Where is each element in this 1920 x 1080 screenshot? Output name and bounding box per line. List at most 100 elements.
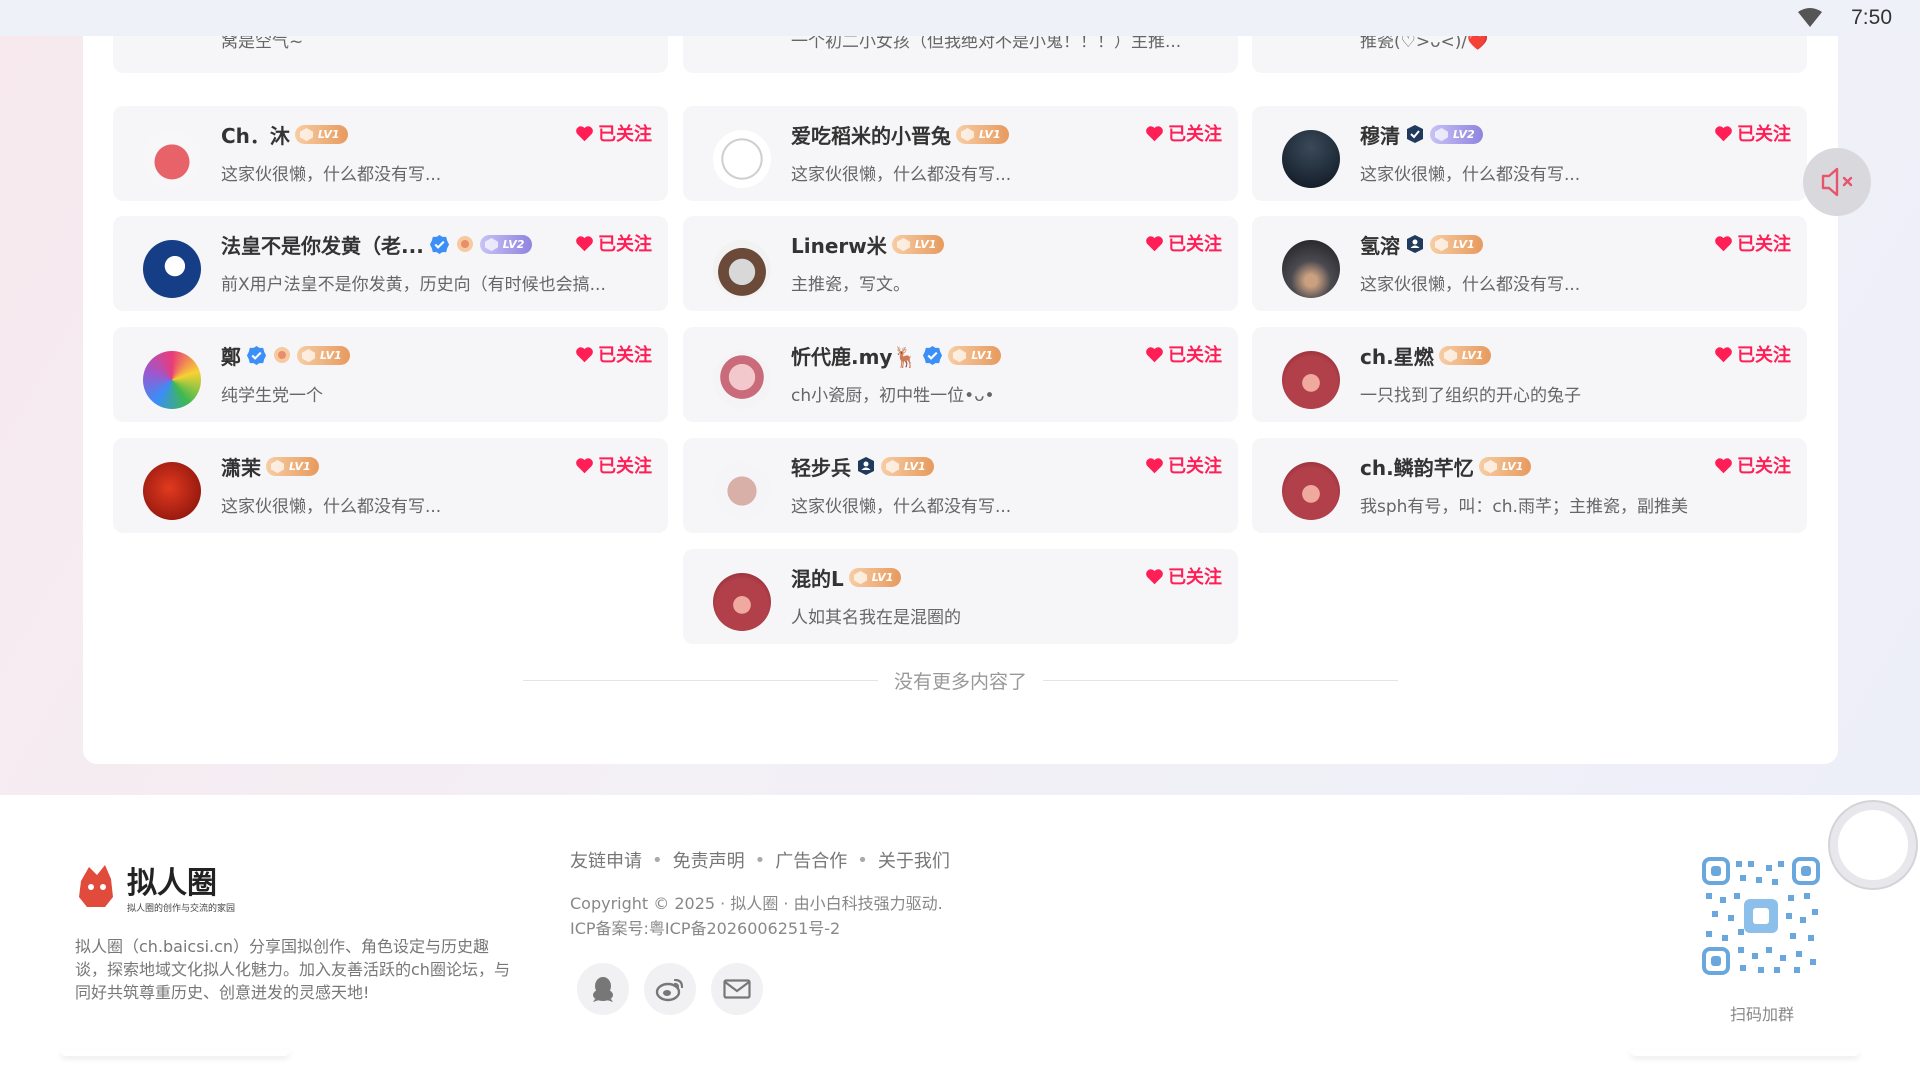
avatar[interactable] [143,130,201,188]
followed-button[interactable]: 已关注 [575,230,652,256]
followed-button[interactable]: 已关注 [575,120,652,146]
site-logo[interactable]: 拟人圈 拟人圈的创作与交流的家园 [75,857,245,915]
user-card[interactable]: 爱吃稻米的小晋兔 LV1 这家伙很懒，什么都没有写... 已关注 [683,106,1238,201]
user-card[interactable]: ch.星燃 LV1 一只找到了组织的开心的兔子 已关注 [1252,327,1807,422]
mute-button[interactable] [1803,148,1871,216]
followed-button[interactable]: 已关注 [1714,452,1791,478]
user-name[interactable]: 法皇不是你发黄（老... [221,230,424,259]
avatar[interactable] [1282,351,1340,409]
followed-button[interactable]: 已关注 [1714,341,1791,367]
user-name[interactable]: Linerw米 [791,230,887,259]
user-card[interactable]: 潇茉 LV1 这家伙很懒，什么都没有写... 已关注 [113,438,668,533]
site-footer: 拟人圈 拟人圈的创作与交流的家园 拟人圈（ch.baicsi.cn）分享国拟创作… [0,795,1920,1080]
weibo-button[interactable] [644,963,696,1015]
followed-button[interactable]: 已关注 [1145,452,1222,478]
avatar[interactable] [713,130,771,188]
user-bio: 人如其名我在是混圈的 [791,608,961,628]
user-card[interactable]: 忻代鹿.my🦌 LV1 ch小瓷厨，初中牲一位•ᴗ• 已关注 [683,327,1238,422]
level-gem-icon [484,237,498,251]
mail-button[interactable] [711,963,763,1015]
user-bio: 这家伙很懒，什么都没有写... [791,165,1012,185]
level-gem-icon [885,459,900,473]
link-about[interactable]: 关于我们 [878,847,950,873]
level-badge: LV1 [297,345,350,365]
level-gem-icon [896,237,910,251]
divider-line [523,680,878,681]
followed-button[interactable]: 已关注 [575,341,652,367]
followed-button[interactable]: 已关注 [1145,341,1222,367]
level-badge: LV1 [1438,345,1492,365]
followed-button[interactable]: 已关注 [1145,230,1222,256]
level-badge: LV1 [1478,456,1532,476]
level-badge: LV1 [948,345,1002,365]
user-name[interactable]: ch.星燃 [1360,341,1434,370]
level-badge: LV1 [956,124,1009,144]
user-name[interactable]: 爱吃稻米的小晋兔 [791,120,951,149]
user-bio: ch小瓷厨，初中牲一位•ᴗ• [791,386,995,406]
user-name[interactable]: 混的L [791,563,844,592]
user-name[interactable]: 轻步兵 [791,452,851,481]
avatar[interactable] [143,351,201,409]
user-name[interactable]: Ch．沐 [221,120,290,149]
verified-icon [923,345,943,365]
level-gem-icon [853,570,867,584]
site-description: 拟人圈（ch.baicsi.cn）分享国拟创作、角色设定与历史趣谈，探索地域文化… [75,937,510,1002]
heart-icon [576,235,593,251]
avatar[interactable] [143,462,201,520]
link-ads[interactable]: 广告合作 [775,847,847,873]
link-friend-apply[interactable]: 友链申请 [570,847,642,873]
user-shield-icon [858,457,874,475]
footer-shadow-right [1630,1050,1860,1056]
brand-name: 拟人圈 [127,866,217,901]
user-card[interactable]: 鄭 LV1 纯学生党一个 已关注 [113,327,668,422]
followed-button[interactable]: 已关注 [1145,120,1222,146]
medal-icon [456,236,473,252]
user-card[interactable]: 混的L LV1 人如其名我在是混圈的 已关注 [683,549,1238,644]
user-name[interactable]: ch.鳞韵芊忆 [1360,452,1474,481]
followed-button[interactable]: 已关注 [1714,120,1791,146]
avatar[interactable] [143,240,201,298]
avatar[interactable] [1282,462,1340,520]
avatar[interactable] [713,240,771,298]
link-disclaimer[interactable]: 免责声明 [673,847,745,873]
level-gem-icon [953,348,967,362]
floating-ring-button[interactable] [1830,802,1916,888]
followed-button[interactable]: 已关注 [1714,230,1791,256]
list-end-divider: 没有更多内容了 [523,667,1399,694]
user-card[interactable]: 穆清 LV2 这家伙很懒，什么都没有写... 已关注 [1252,106,1807,201]
level-badge: LV1 [881,456,934,476]
shield-icon [1407,125,1423,143]
avatar[interactable] [713,351,771,409]
user-name[interactable]: 鄭 [221,341,241,370]
user-name[interactable]: 穆清 [1360,120,1400,149]
followed-button[interactable]: 已关注 [575,452,652,478]
user-card[interactable]: Linerw米 LV1 主推瓷，写文。 已关注 [683,216,1238,311]
qq-icon [593,977,613,1002]
heart-icon [1146,568,1163,584]
avatar[interactable] [1282,240,1340,298]
level-gem-icon [301,348,316,362]
followed-button[interactable]: 已关注 [1145,563,1222,589]
level-badge: LV1 [848,567,902,587]
qq-button[interactable] [577,963,629,1015]
user-card[interactable]: Ch．沐 LV1 这家伙很懒，什么都没有写... 已关注 [113,106,668,201]
user-card[interactable]: 轻步兵 LV1 这家伙很懒，什么都没有写... 已关注 [683,438,1238,533]
level-gem-icon [270,459,285,473]
user-card[interactable]: 氢溶 LV1 这家伙很懒，什么都没有写... 已关注 [1252,216,1807,311]
link-separator: • [652,849,663,871]
avatar[interactable] [713,573,771,631]
user-name[interactable]: 忻代鹿.my🦌 [791,341,917,370]
avatar[interactable] [1282,130,1340,188]
level-gem-icon [1434,127,1449,141]
user-name[interactable]: 氢溶 [1360,230,1400,259]
speaker-muted-icon [1821,167,1853,197]
icp-record[interactable]: ICP备案号:粤ICP备2026006251号-2 [570,915,840,939]
user-card[interactable]: ch.鳞韵芊忆 LV1 我sph有号，叫：ch.雨芊；主推瓷，副推美 已关注 [1252,438,1807,533]
user-name[interactable]: 潇茉 [221,452,261,481]
user-card[interactable]: 法皇不是你发黄（老... LV2 前X用户法皇不是你发黄，历史向（有时候也会搞.… [113,216,668,311]
avatar[interactable] [713,462,771,520]
user-bio: 纯学生党一个 [221,386,323,406]
level-badge: LV1 [1430,234,1483,254]
level-gem-icon [1443,348,1457,362]
qr-caption: 扫码加群 [1729,1005,1794,1024]
